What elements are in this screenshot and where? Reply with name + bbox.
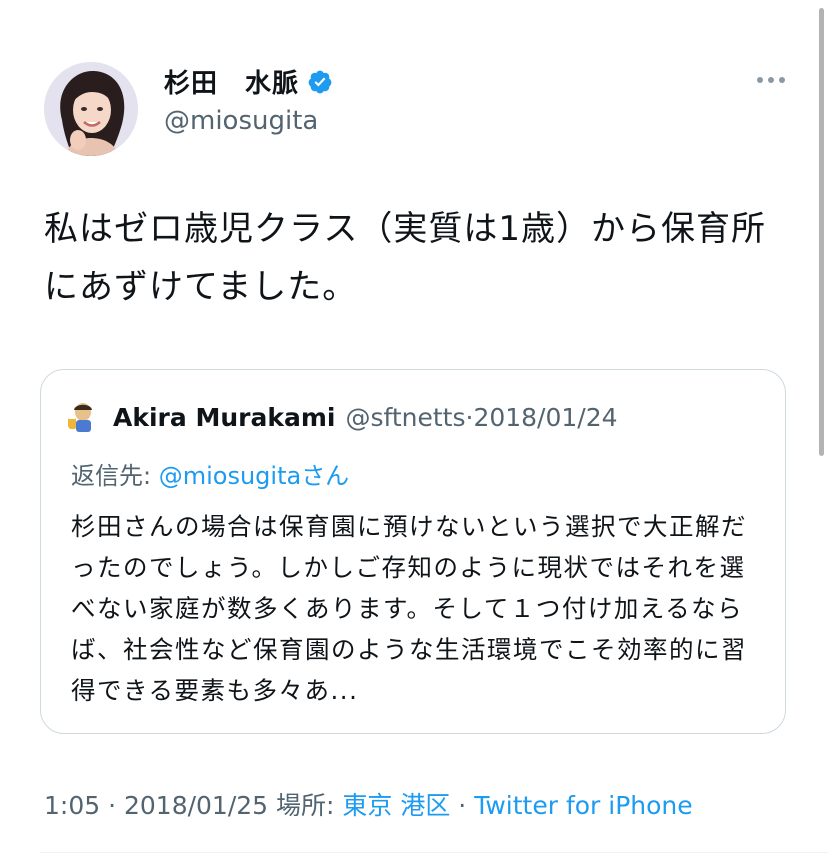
- location-label: 場所:: [268, 791, 343, 820]
- author-handle[interactable]: @miosugita: [164, 106, 318, 136]
- author-name-row[interactable]: 杉田 水脈: [164, 63, 333, 100]
- quoted-tweet-card[interactable]: Akira Murakami @sftnetts · 2018/01/24 返信…: [40, 369, 786, 734]
- tweet-time: 1:05: [44, 791, 101, 820]
- quoted-date[interactable]: 2018/01/24: [473, 403, 617, 432]
- quoted-tweet-text: 杉田さんの場合は保育園に預けないという選択で大正解だったのでしょう。しかしご存知…: [71, 512, 747, 705]
- location-link[interactable]: 東京 港区: [342, 791, 450, 820]
- tweet-meta: 1:05 · 2018/01/25 場所: 東京 港区 · Twitter fo…: [44, 786, 693, 822]
- more-options-icon[interactable]: [754, 70, 788, 90]
- source-link[interactable]: Twitter for iPhone: [474, 791, 692, 820]
- scrollbar[interactable]: [819, 8, 824, 456]
- reply-to-line: 返信先: @miosugitaさん: [71, 456, 349, 491]
- meta-separator-2: ·: [450, 791, 475, 820]
- verified-badge-icon: [308, 70, 332, 93]
- quoted-separator: ·: [465, 402, 474, 432]
- tweet-date: 2018/01/25: [123, 791, 269, 820]
- quoted-author-name[interactable]: Akira Murakami: [113, 403, 335, 432]
- quoted-tweet-header: Akira Murakami @sftnetts · 2018/01/24: [65, 400, 618, 434]
- reply-prefix: 返信先:: [71, 462, 159, 490]
- meta-separator-1: ·: [100, 791, 124, 820]
- quoted-author-handle[interactable]: @sftnetts: [345, 403, 465, 432]
- reply-suffix: さん: [301, 462, 350, 490]
- author-avatar[interactable]: [44, 62, 138, 156]
- divider: [40, 852, 828, 853]
- quoted-author-avatar[interactable]: [65, 400, 99, 434]
- tweet-text: 私はゼロ歳児クラス（実質は1歳）から保育所にあずけてました。: [44, 209, 766, 307]
- reply-handle-link[interactable]: @miosugita: [159, 462, 301, 490]
- author-name[interactable]: 杉田 水脈: [164, 63, 299, 100]
